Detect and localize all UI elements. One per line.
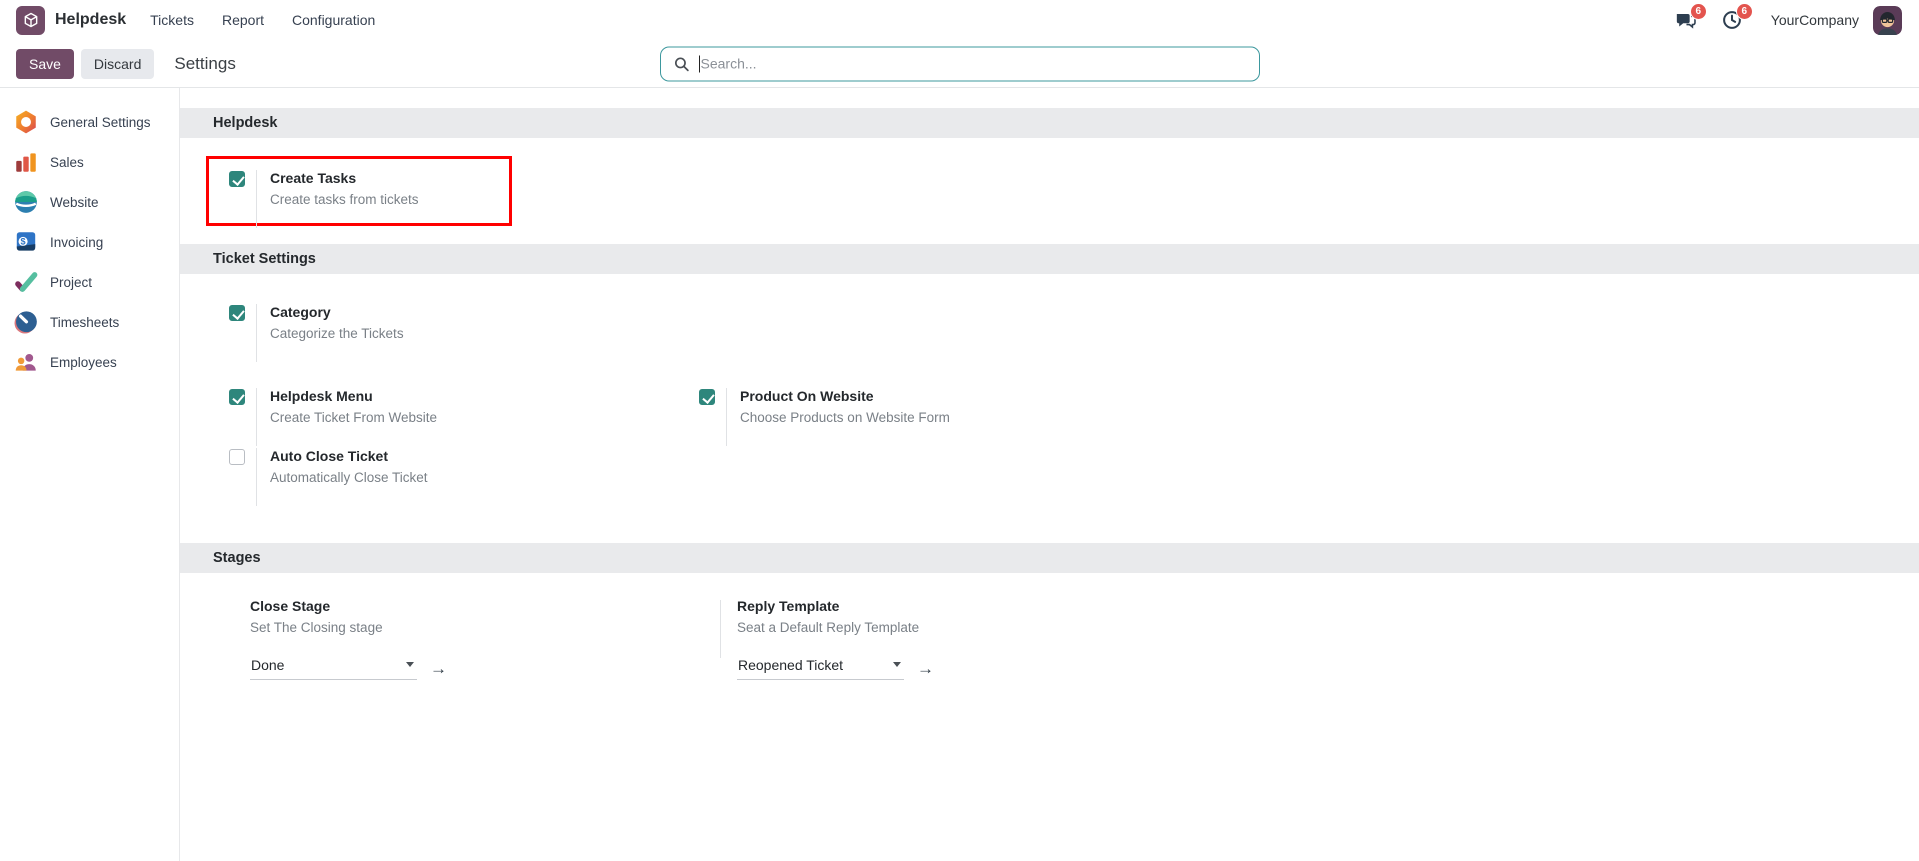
sidebar-item-timesheets[interactable]: Timesheets bbox=[0, 302, 179, 342]
close-stage-value: Done bbox=[251, 657, 284, 673]
settings-content: Helpdesk Create Tasks Create tasks from … bbox=[180, 88, 1919, 861]
setting-text-pane: Product On Website Choose Products on We… bbox=[726, 388, 950, 446]
sidebar-label: General Settings bbox=[50, 115, 151, 130]
sidebar-item-general-settings[interactable]: General Settings bbox=[0, 102, 179, 142]
timesheets-icon bbox=[13, 309, 39, 335]
category-checkbox[interactable] bbox=[229, 305, 245, 321]
setting-help: Seat a Default Reply Template bbox=[737, 620, 1190, 635]
search-icon bbox=[673, 55, 690, 72]
sidebar-item-sales[interactable]: Sales bbox=[0, 142, 179, 182]
odoo-logo-icon[interactable] bbox=[16, 6, 45, 35]
setting-text-pane: Category Categorize the Tickets bbox=[256, 304, 404, 362]
sales-icon bbox=[13, 149, 39, 175]
project-icon bbox=[13, 269, 39, 295]
user-avatar[interactable] bbox=[1873, 6, 1902, 35]
sidebar-item-project[interactable]: Project bbox=[0, 262, 179, 302]
caret-down-icon bbox=[893, 662, 901, 667]
navbar-right: 6 6 YourCompany bbox=[1675, 6, 1902, 35]
setting-label[interactable]: Product On Website bbox=[740, 388, 950, 406]
activities-badge: 6 bbox=[1736, 3, 1753, 20]
invoicing-icon: $ bbox=[13, 229, 39, 255]
section-header-ticket-settings: Ticket Settings bbox=[180, 244, 1919, 274]
internal-link-arrow-icon[interactable] bbox=[430, 660, 447, 677]
setting-text-pane: Create Tasks Create tasks from tickets bbox=[256, 170, 419, 228]
setting-helpdesk-menu: Helpdesk Menu Create Ticket From Website bbox=[229, 388, 699, 446]
sidebar-label: Website bbox=[50, 195, 99, 210]
setting-label[interactable]: Helpdesk Menu bbox=[270, 388, 437, 406]
setting-auto-close-ticket: Auto Close Ticket Automatically Close Ti… bbox=[229, 448, 699, 506]
general-settings-icon bbox=[13, 109, 39, 135]
setting-help: Create tasks from tickets bbox=[270, 192, 419, 207]
auto-close-ticket-checkbox[interactable] bbox=[229, 449, 245, 465]
close-stage-setting: Close Stage Set The Closing stage Done bbox=[250, 598, 720, 680]
sidebar-item-invoicing[interactable]: $ Invoicing bbox=[0, 222, 179, 262]
menu-tickets[interactable]: Tickets bbox=[150, 12, 194, 28]
messages-icon[interactable]: 6 bbox=[1675, 9, 1697, 31]
sidebar-item-website[interactable]: Website bbox=[0, 182, 179, 222]
ticket-settings-rows: Category Categorize the Tickets Helpdesk… bbox=[180, 304, 1919, 506]
svg-text:$: $ bbox=[21, 237, 26, 247]
control-panel: Save Discard Settings bbox=[0, 40, 1919, 88]
setting-help: Choose Products on Website Form bbox=[740, 410, 950, 425]
sidebar-label: Invoicing bbox=[50, 235, 103, 250]
save-button[interactable]: Save bbox=[16, 49, 74, 79]
sidebar-item-employees[interactable]: Employees bbox=[0, 342, 179, 382]
caret-down-icon bbox=[406, 662, 414, 667]
sidebar-label: Sales bbox=[50, 155, 84, 170]
setting-label[interactable]: Auto Close Ticket bbox=[270, 448, 428, 466]
activities-icon[interactable]: 6 bbox=[1721, 9, 1743, 31]
create-tasks-checkbox[interactable] bbox=[229, 171, 245, 187]
discard-button[interactable]: Discard bbox=[81, 49, 154, 79]
app-name[interactable]: Helpdesk bbox=[55, 11, 126, 29]
section-header-helpdesk: Helpdesk bbox=[180, 108, 1919, 138]
setting-help: Automatically Close Ticket bbox=[270, 470, 428, 485]
setting-product-on-website: Product On Website Choose Products on We… bbox=[699, 388, 1169, 446]
setting-label[interactable]: Category bbox=[270, 304, 404, 322]
reply-template-select[interactable]: Reopened Ticket bbox=[737, 657, 904, 680]
setting-text-pane: Auto Close Ticket Automatically Close Ti… bbox=[256, 448, 428, 506]
menu-report[interactable]: Report bbox=[222, 12, 264, 28]
highlight-box: Create Tasks Create tasks from tickets bbox=[206, 156, 512, 226]
setting-help: Categorize the Tickets bbox=[270, 326, 404, 341]
close-stage-select[interactable]: Done bbox=[250, 657, 417, 680]
setting-help: Set The Closing stage bbox=[250, 620, 720, 635]
setting-label: Close Stage bbox=[250, 598, 720, 616]
product-on-website-checkbox[interactable] bbox=[699, 389, 715, 405]
employees-icon bbox=[13, 349, 39, 375]
setting-help: Create Ticket From Website bbox=[270, 410, 437, 425]
search-input[interactable] bbox=[701, 56, 1247, 72]
reply-template-setting: Reply Template Seat a Default Reply Temp… bbox=[720, 598, 1190, 680]
text-cursor bbox=[699, 55, 700, 72]
internal-link-arrow-icon[interactable] bbox=[917, 660, 934, 677]
search-bar[interactable] bbox=[660, 46, 1260, 81]
menu-configuration[interactable]: Configuration bbox=[292, 12, 375, 28]
reply-template-value: Reopened Ticket bbox=[738, 657, 843, 673]
sidebar-label: Employees bbox=[50, 355, 117, 370]
sidebar-label: Project bbox=[50, 275, 92, 290]
stages-row: Close Stage Set The Closing stage Done R… bbox=[180, 598, 1919, 680]
setting-create-tasks: Create Tasks Create tasks from tickets bbox=[229, 170, 699, 223]
setting-label: Reply Template bbox=[737, 598, 1190, 616]
setting-text-pane: Helpdesk Menu Create Ticket From Website bbox=[256, 388, 437, 446]
settings-sidebar: General Settings Sales Webs bbox=[0, 88, 180, 861]
website-icon bbox=[13, 189, 39, 215]
sidebar-label: Timesheets bbox=[50, 315, 119, 330]
messages-badge: 6 bbox=[1690, 3, 1707, 20]
top-navbar: Helpdesk Tickets Report Configuration 6 … bbox=[0, 0, 1919, 40]
setting-label[interactable]: Create Tasks bbox=[270, 170, 419, 188]
helpdesk-menu-checkbox[interactable] bbox=[229, 389, 245, 405]
company-name[interactable]: YourCompany bbox=[1771, 12, 1859, 28]
setting-category: Category Categorize the Tickets bbox=[229, 304, 699, 362]
main-area: General Settings Sales Webs bbox=[0, 88, 1919, 861]
create-tasks-row: Create Tasks Create tasks from tickets bbox=[206, 156, 1919, 226]
page-title: Settings bbox=[174, 54, 235, 74]
section-header-stages: Stages bbox=[180, 543, 1919, 573]
